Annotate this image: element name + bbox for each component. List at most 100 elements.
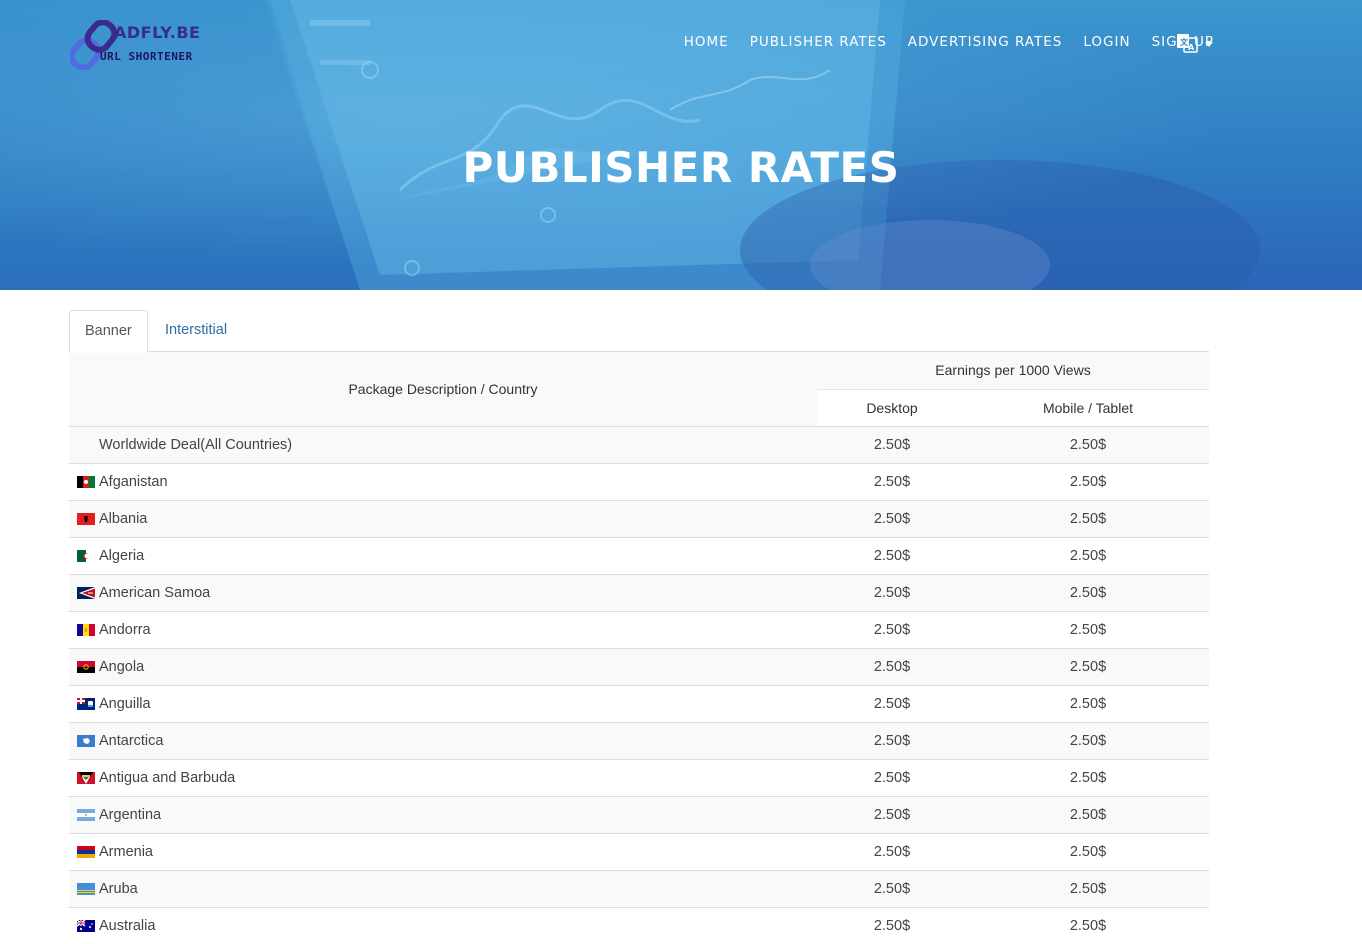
table-row: Angola 2.50$ 2.50$: [69, 647, 1209, 685]
flag-al-icon: [77, 511, 99, 527]
country-name: Australia: [99, 917, 156, 934]
country-name: Antigua and Barbuda: [99, 769, 236, 786]
header-package-country: Package Description / Country: [69, 352, 817, 426]
table-row: Andorra 2.50$ 2.50$: [69, 610, 1209, 648]
flag-aq-icon: [77, 733, 99, 749]
mobile-rate: 2.50$: [967, 573, 1209, 611]
table-row: Aruba 2.50$ 2.50$: [69, 869, 1209, 907]
country-name: Antarctica: [99, 732, 164, 749]
rates-table-body: Worldwide Deal(All Countries) 2.50$ 2.50$ A…: [69, 425, 1209, 944]
country-cell: Afganistan: [69, 462, 817, 500]
nav-login[interactable]: LOGIN: [1083, 34, 1130, 50]
flag-dz-icon: [77, 548, 99, 564]
country-cell: Armenia: [69, 832, 817, 870]
table-row: Anguilla 2.50$ 2.50$: [69, 684, 1209, 722]
desktop-rate: 2.50$: [817, 684, 967, 722]
country-cell: Anguilla: [69, 684, 817, 722]
tab-interstitial[interactable]: Interstitial: [150, 310, 242, 352]
desktop-rate: 2.50$: [817, 425, 967, 463]
mobile-rate: 2.50$: [967, 425, 1209, 463]
country-cell: Algeria: [69, 536, 817, 574]
desktop-rate: 2.50$: [817, 758, 967, 796]
mobile-rate: 2.50$: [967, 721, 1209, 759]
table-row: American Samoa 2.50$ 2.50$: [69, 573, 1209, 611]
table-row: Worldwide Deal(All Countries) 2.50$ 2.50$: [69, 425, 1209, 463]
country-cell: Argentina: [69, 795, 817, 833]
desktop-rate: 2.50$: [817, 721, 967, 759]
country-name: Worldwide Deal(All Countries): [99, 436, 293, 453]
flag-ar-icon: [77, 807, 99, 823]
table-row: Antigua and Barbuda 2.50$ 2.50$: [69, 758, 1209, 796]
header-mobile-tablet: Mobile / Tablet: [967, 389, 1209, 426]
flag-aw-icon: [77, 881, 99, 897]
mobile-rate: 2.50$: [967, 869, 1209, 907]
country-cell: Angola: [69, 647, 817, 685]
flag-ai-icon: [77, 696, 99, 712]
desktop-rate: 2.50$: [817, 869, 967, 907]
header-earnings: Earnings per 1000 Views: [817, 352, 1209, 390]
country-cell: Worldwide Deal(All Countries): [69, 425, 817, 463]
mobile-rate: 2.50$: [967, 832, 1209, 870]
rates-content: Banner Interstitial Package Description …: [69, 310, 1209, 944]
mobile-rate: 2.50$: [967, 536, 1209, 574]
nav-advertising-rates[interactable]: ADVERTISING RATES: [908, 34, 1063, 50]
table-row: Armenia 2.50$ 2.50$: [69, 832, 1209, 870]
hero-banner: ADFLY.BE URL SHORTENER HOME PUBLISHER RA…: [0, 0, 1362, 290]
svg-text:A: A: [1188, 43, 1195, 52]
country-name: Afganistan: [99, 473, 168, 490]
country-name: Argentina: [99, 806, 162, 823]
flag-ag-icon: [77, 770, 99, 786]
mobile-rate: 2.50$: [967, 795, 1209, 833]
country-name: Andorra: [99, 621, 151, 638]
desktop-rate: 2.50$: [817, 499, 967, 537]
flag-as-icon: [77, 585, 99, 601]
nav-publisher-rates[interactable]: PUBLISHER RATES: [750, 34, 887, 50]
logo-text-name: ADFLY.BE: [114, 23, 201, 42]
mobile-rate: 2.50$: [967, 906, 1209, 944]
site-logo[interactable]: ADFLY.BE URL SHORTENER: [70, 20, 220, 70]
country-name: Aruba: [99, 880, 138, 897]
table-row: Albania 2.50$ 2.50$: [69, 499, 1209, 537]
rates-table: Package Description / Country Earnings p…: [69, 352, 1209, 944]
country-cell: Albania: [69, 499, 817, 537]
mobile-rate: 2.50$: [967, 499, 1209, 537]
translate-icon: 文 A: [1177, 34, 1198, 53]
flag-ao-icon: [77, 659, 99, 675]
country-name: Albania: [99, 510, 148, 527]
table-row: Argentina 2.50$ 2.50$: [69, 795, 1209, 833]
mobile-rate: 2.50$: [967, 758, 1209, 796]
mobile-rate: 2.50$: [967, 610, 1209, 648]
desktop-rate: 2.50$: [817, 610, 967, 648]
main-nav: HOME PUBLISHER RATES ADVERTISING RATES L…: [663, 34, 1214, 50]
country-name: Algeria: [99, 547, 145, 564]
chevron-down-icon: [1205, 41, 1213, 47]
country-name: American Samoa: [99, 584, 211, 601]
flag-af-icon: [77, 474, 99, 490]
mobile-rate: 2.50$: [967, 462, 1209, 500]
nav-home[interactable]: HOME: [684, 34, 729, 50]
country-name: Angola: [99, 658, 145, 675]
mobile-rate: 2.50$: [967, 684, 1209, 722]
table-row: Antarctica 2.50$ 2.50$: [69, 721, 1209, 759]
tab-banner[interactable]: Banner: [69, 310, 148, 353]
table-row: Australia 2.50$ 2.50$: [69, 906, 1209, 944]
country-cell: American Samoa: [69, 573, 817, 611]
mobile-rate: 2.50$: [967, 647, 1209, 685]
desktop-rate: 2.50$: [817, 536, 967, 574]
flag-ad-icon: [77, 622, 99, 638]
desktop-rate: 2.50$: [817, 462, 967, 500]
language-selector[interactable]: 文 A: [1176, 31, 1216, 55]
country-cell: Australia: [69, 906, 817, 944]
desktop-rate: 2.50$: [817, 906, 967, 944]
desktop-rate: 2.50$: [817, 795, 967, 833]
desktop-rate: 2.50$: [817, 573, 967, 611]
country-cell: Aruba: [69, 869, 817, 907]
flag-am-icon: [77, 844, 99, 860]
desktop-rate: 2.50$: [817, 832, 967, 870]
country-cell: Antarctica: [69, 721, 817, 759]
rate-tabs: Banner Interstitial: [69, 310, 1209, 353]
table-row: Algeria 2.50$ 2.50$: [69, 536, 1209, 574]
table-row: Afganistan 2.50$ 2.50$: [69, 462, 1209, 500]
country-name: Anguilla: [99, 695, 151, 712]
page-title: PUBLISHER RATES: [462, 143, 900, 192]
